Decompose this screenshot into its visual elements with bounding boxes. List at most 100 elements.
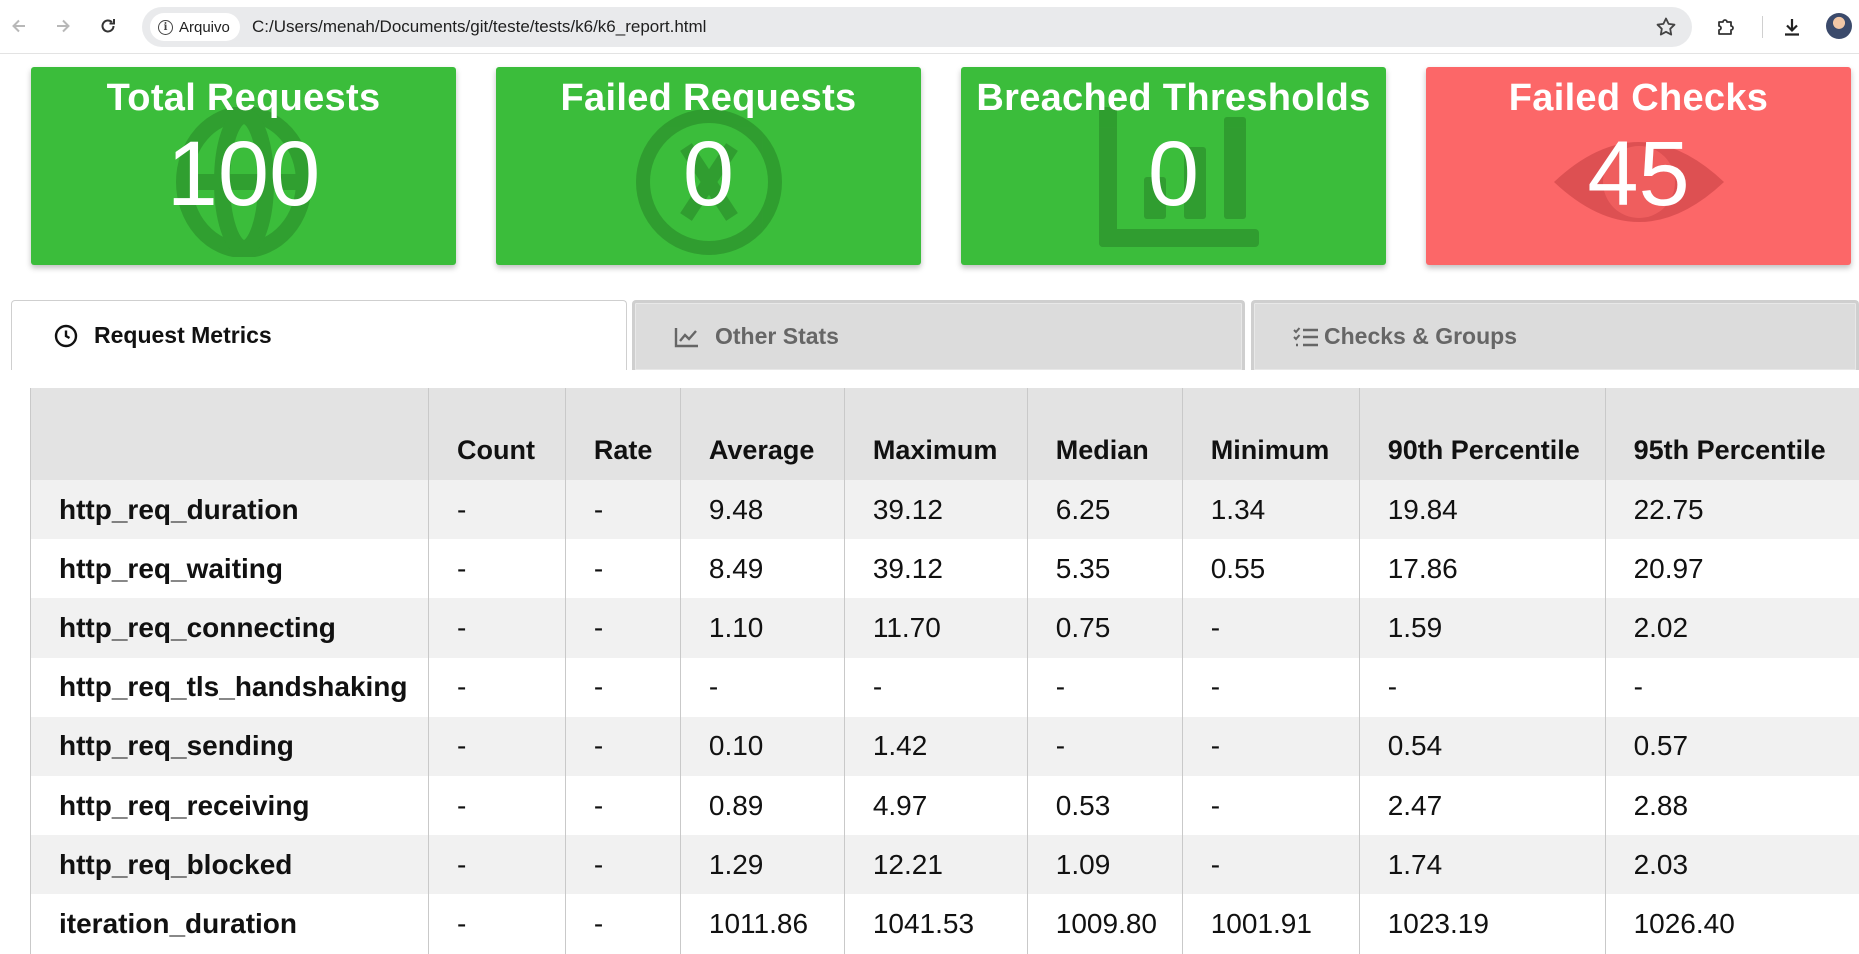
metric-value-cell: - xyxy=(428,894,565,953)
address-bar[interactable]: i Arquivo C:/Users/menah/Documents/git/t… xyxy=(142,7,1692,47)
extensions-button[interactable] xyxy=(1712,13,1740,41)
metric-value-cell: - xyxy=(1027,658,1182,717)
metric-value-cell: - xyxy=(565,717,680,776)
column-header: Maximum xyxy=(844,388,1027,480)
clock-icon xyxy=(52,322,80,350)
metric-value-cell: 0.57 xyxy=(1605,717,1859,776)
card-value: 100 xyxy=(31,124,456,224)
tab-label: Other Stats xyxy=(715,323,839,350)
toolbar-divider xyxy=(1762,16,1763,38)
metric-value-cell: - xyxy=(428,598,565,657)
tab-label: Checks & Groups xyxy=(1324,323,1517,350)
url-text[interactable]: C:/Users/menah/Documents/git/teste/tests… xyxy=(252,7,706,47)
metric-value-cell: 1.42 xyxy=(844,717,1027,776)
column-header: Median xyxy=(1027,388,1182,480)
arrow-right-icon xyxy=(53,16,73,36)
column-header xyxy=(31,388,429,480)
metric-value-cell: 1011.86 xyxy=(680,894,844,953)
column-header: Minimum xyxy=(1182,388,1359,480)
checklist-icon xyxy=(1292,323,1320,351)
metric-name-cell: http_req_duration xyxy=(31,480,429,539)
metric-value-cell: 6.25 xyxy=(1027,480,1182,539)
metric-value-cell: 0.54 xyxy=(1359,717,1605,776)
metric-value-cell: 1023.19 xyxy=(1359,894,1605,953)
metric-value-cell: 1026.40 xyxy=(1605,894,1859,953)
profile-avatar[interactable] xyxy=(1826,13,1852,39)
metric-value-cell: - xyxy=(565,539,680,598)
card-value: 45 xyxy=(1426,124,1851,224)
metric-value-cell: 5.35 xyxy=(1027,539,1182,598)
metric-value-cell: - xyxy=(428,658,565,717)
table-row: http_req_waiting--8.4939.125.350.5517.86… xyxy=(31,539,1859,598)
metric-value-cell: 11.70 xyxy=(844,598,1027,657)
metric-value-cell: 0.55 xyxy=(1182,539,1359,598)
card-title: Total Requests xyxy=(31,77,456,120)
metric-name-cell: http_req_waiting xyxy=(31,539,429,598)
metric-value-cell: - xyxy=(1605,658,1859,717)
forward-button[interactable] xyxy=(50,13,76,39)
table-row: iteration_duration--1011.861041.531009.8… xyxy=(31,894,1859,953)
metric-value-cell: - xyxy=(565,480,680,539)
metric-value-cell: 0.89 xyxy=(680,776,844,835)
column-header: Rate xyxy=(565,388,680,480)
metric-value-cell: 20.97 xyxy=(1605,539,1859,598)
metric-value-cell: - xyxy=(565,894,680,953)
tab-request-metrics[interactable]: Request Metrics xyxy=(11,300,627,370)
column-header: Average xyxy=(680,388,844,480)
tab-checks-groups[interactable]: Checks & Groups xyxy=(1251,300,1859,370)
table-row: http_req_connecting--1.1011.700.75-1.592… xyxy=(31,598,1859,657)
table-header-row: Count Rate Average Maximum Median Minimu… xyxy=(31,388,1859,480)
column-header: Count xyxy=(428,388,565,480)
card-title: Breached Thresholds xyxy=(961,77,1386,120)
bookmark-star-icon[interactable] xyxy=(1654,15,1678,39)
table-row: http_req_duration--9.4839.126.251.3419.8… xyxy=(31,480,1859,539)
puzzle-icon xyxy=(1714,15,1738,39)
metric-value-cell: - xyxy=(565,835,680,894)
card-title: Failed Requests xyxy=(496,77,921,120)
metric-value-cell: 1.74 xyxy=(1359,835,1605,894)
metric-value-cell: 1009.80 xyxy=(1027,894,1182,953)
metric-value-cell: 9.48 xyxy=(680,480,844,539)
card-total-requests: Total Requests 100 xyxy=(31,67,456,265)
metric-name-cell: iteration_duration xyxy=(31,894,429,953)
metric-value-cell: - xyxy=(565,658,680,717)
metric-value-cell: - xyxy=(1182,717,1359,776)
back-button[interactable] xyxy=(6,13,32,39)
metric-value-cell: 1.29 xyxy=(680,835,844,894)
metric-name-cell: http_req_blocked xyxy=(31,835,429,894)
metric-value-cell: - xyxy=(680,658,844,717)
column-header: 95th Percentile xyxy=(1605,388,1859,480)
card-value: 0 xyxy=(961,124,1386,224)
metric-value-cell: 1.59 xyxy=(1359,598,1605,657)
metric-value-cell: 39.12 xyxy=(844,480,1027,539)
request-metrics-table: Count Rate Average Maximum Median Minimu… xyxy=(30,388,1859,954)
downloads-button[interactable] xyxy=(1778,13,1806,41)
metric-value-cell: 17.86 xyxy=(1359,539,1605,598)
download-icon xyxy=(1780,15,1804,39)
tab-other-stats[interactable]: Other Stats xyxy=(632,300,1245,370)
metric-value-cell: 1001.91 xyxy=(1182,894,1359,953)
table-row: http_req_receiving--0.894.970.53-2.472.8… xyxy=(31,776,1859,835)
reload-button[interactable] xyxy=(95,13,121,39)
metric-value-cell: 1.10 xyxy=(680,598,844,657)
site-info-chip[interactable]: i Arquivo xyxy=(150,13,240,41)
metric-value-cell: 1.09 xyxy=(1027,835,1182,894)
metric-value-cell: - xyxy=(428,480,565,539)
metric-value-cell: 0.75 xyxy=(1027,598,1182,657)
metric-value-cell: - xyxy=(565,598,680,657)
info-icon: i xyxy=(158,20,173,35)
metric-name-cell: http_req_connecting xyxy=(31,598,429,657)
metric-value-cell: 22.75 xyxy=(1605,480,1859,539)
metric-value-cell: 2.47 xyxy=(1359,776,1605,835)
tab-label: Request Metrics xyxy=(94,322,272,349)
metric-value-cell: - xyxy=(1182,598,1359,657)
site-info-label: Arquivo xyxy=(179,19,230,36)
metric-value-cell: - xyxy=(428,539,565,598)
metric-value-cell: - xyxy=(565,776,680,835)
metric-value-cell: 0.10 xyxy=(680,717,844,776)
metric-value-cell: 12.21 xyxy=(844,835,1027,894)
metric-value-cell: 19.84 xyxy=(1359,480,1605,539)
metric-value-cell: - xyxy=(1182,776,1359,835)
metric-value-cell: - xyxy=(428,776,565,835)
metric-value-cell: 4.97 xyxy=(844,776,1027,835)
